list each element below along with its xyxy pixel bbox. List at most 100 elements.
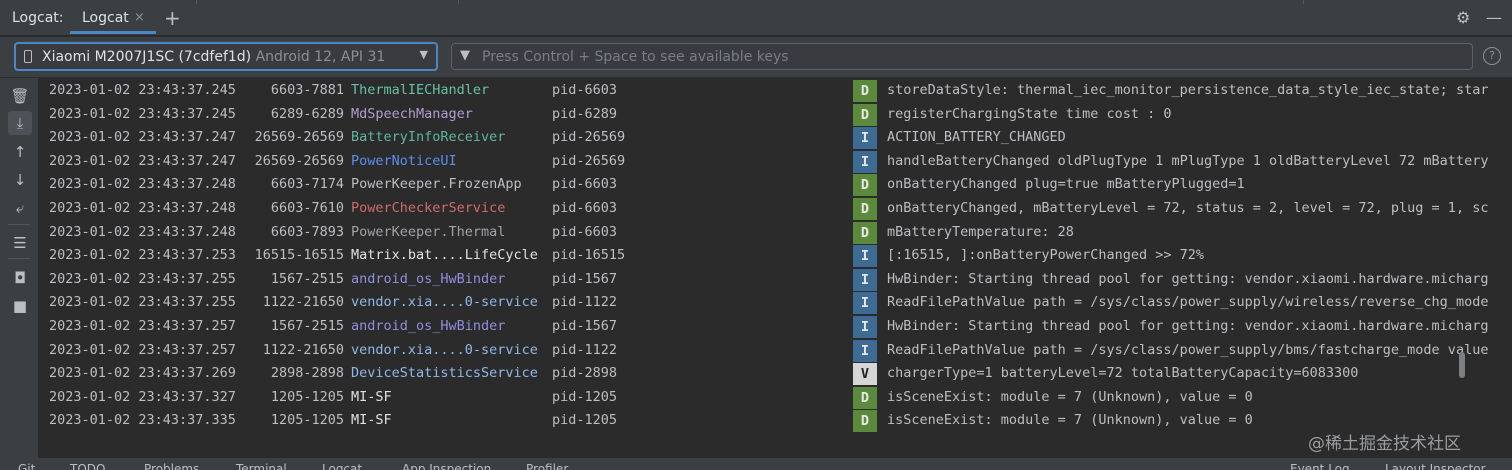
log-tag: MI-SF — [351, 388, 392, 405]
toolwindow-header: Logcat: Logcat × + ⚙ — — [0, 0, 1512, 36]
device-selector[interactable]: Xiaomi M2007J1SC (7cdfef1d) Android 12, … — [14, 42, 438, 71]
minimize-icon[interactable]: — — [1486, 8, 1502, 27]
log-row[interactable]: 2023-01-02 23:43:37.327 1205-1205 MI-SF pid… — [38, 386, 1512, 410]
toolwindow-title: Logcat: — [12, 10, 64, 26]
log-timestamp: 2023-01-02 23:43:37.269 — [49, 365, 236, 382]
bottom-tab[interactable]: Logcat — [322, 462, 362, 470]
log-pid-tid: 1567-2515 — [270, 318, 344, 334]
log-row[interactable]: 2023-01-02 23:43:37.247 26569-26569 Batter… — [38, 126, 1512, 150]
log-tag: MI-SF — [351, 412, 392, 429]
log-package: pid-2898 — [552, 365, 618, 382]
bottom-toolbar: Git TODO Problems Terminal Logcat App Inspect… — [0, 458, 1512, 470]
log-timestamp: 2023-01-02 23:43:37.255 — [49, 294, 236, 311]
bottom-tab[interactable]: App Inspection — [402, 462, 491, 470]
camera-icon[interactable]: ◘ — [10, 268, 30, 288]
log-level-badge: D — [853, 174, 877, 197]
bottom-tab[interactable]: Profiler — [526, 462, 568, 470]
log-row[interactable]: 2023-01-02 23:43:37.248 6603-7610 PowerChe… — [38, 197, 1512, 221]
log-message: storeDataStyle: thermal_iec_monitor_pers… — [887, 82, 1489, 98]
bottom-tab[interactable]: TODO — [70, 462, 105, 470]
gear-icon[interactable]: ⚙ — [1456, 8, 1470, 27]
chevron-down-icon: ▼ — [419, 48, 428, 61]
log-timestamp: 2023-01-02 23:43:37.247 — [49, 152, 236, 169]
filter-settings-icon[interactable]: ☰ — [10, 233, 30, 253]
log-pid-tid: 6603-7881 — [270, 82, 344, 98]
log-timestamp: 2023-01-02 23:43:37.257 — [49, 318, 236, 334]
log-timestamp: 2023-01-02 23:43:37.255 — [49, 270, 236, 287]
log-level-badge: I — [853, 316, 877, 338]
log-tag: Matrix.bat....LifeCycle — [351, 247, 538, 264]
log-tag: vendor.xia....0-service — [351, 294, 538, 311]
log-message: onBatteryChanged, mBatteryLevel = 72, st… — [887, 200, 1489, 216]
bottom-tab[interactable]: Terminal — [236, 462, 287, 470]
log-row[interactable]: 2023-01-02 23:43:37.247 26569-26569 PowerN… — [38, 150, 1512, 174]
log-row[interactable]: 2023-01-02 23:43:37.248 6603-7174 PowerKee… — [38, 173, 1512, 197]
log-level-badge: D — [853, 410, 877, 433]
log-pid-tid: 6603-7893 — [270, 223, 344, 240]
log-pid-tid: 1122-21650 — [262, 341, 344, 358]
log-package: pid-6603 — [552, 82, 618, 98]
log-row[interactable]: 2023-01-02 23:43:37.257 1122-21650 vendor.… — [38, 339, 1512, 363]
log-tag: android_os_HwBinder — [351, 270, 506, 287]
log-level-badge: I — [853, 292, 877, 315]
bottom-tab[interactable]: Layout Inspector — [1385, 462, 1486, 470]
log-row[interactable]: 2023-01-02 23:43:37.269 2898-2898 DeviceSt… — [38, 362, 1512, 386]
log-message: HwBinder: Starting thread pool for getti… — [887, 318, 1489, 334]
log-timestamp: 2023-01-02 23:43:37.248 — [49, 223, 236, 240]
log-pid-tid: 1567-2515 — [270, 270, 344, 287]
log-message: mBatteryTemperature: 28 — [887, 223, 1074, 240]
log-row[interactable]: 2023-01-02 23:43:37.255 1567-2515 android_… — [38, 268, 1512, 292]
add-tab-button[interactable]: + — [164, 6, 181, 30]
log-tag: BatteryInfoReceiver — [351, 129, 506, 146]
logcat-toolbar: 🗑 ⤓ ↑ ↓ ⤶ ☰ ◘ ■ — [0, 78, 38, 458]
log-pid-tid: 6289-6289 — [270, 105, 344, 122]
log-level-badge: I — [853, 127, 877, 150]
log-pid-tid: 2898-2898 — [270, 365, 344, 382]
soft-wrap-icon[interactable]: ⤶ — [10, 198, 30, 218]
filter-input[interactable]: ▼ Press Control + Space to see available… — [451, 43, 1473, 70]
close-tab-icon[interactable]: × — [134, 10, 145, 25]
log-message: registerChargingState time cost : 0 — [887, 105, 1172, 122]
log-timestamp: 2023-01-02 23:43:37.248 — [49, 200, 236, 216]
log-row[interactable]: 2023-01-02 23:43:37.253 16515-16515 Matrix… — [38, 244, 1512, 268]
log-timestamp: 2023-01-02 23:43:37.247 — [49, 129, 236, 146]
log-row[interactable]: 2023-01-02 23:43:37.245 6289-6289 MdSpeech… — [38, 103, 1512, 127]
bottom-tab[interactable]: Event Log — [1290, 462, 1350, 470]
log-row[interactable]: 2023-01-02 23:43:37.245 6603-7881 ThermalI… — [38, 79, 1512, 103]
tab-logcat[interactable]: Logcat × — [70, 0, 156, 34]
scrollbar[interactable] — [1459, 352, 1465, 378]
log-package: pid-1567 — [552, 318, 618, 334]
scroll-to-end-icon[interactable]: ⤓ — [8, 111, 32, 135]
bottom-tab[interactable]: Git — [18, 462, 35, 470]
log-package: pid-1122 — [552, 294, 618, 311]
log-level-badge: I — [853, 268, 877, 291]
log-tag: DeviceStatisticsService — [351, 365, 538, 382]
log-package: pid-1205 — [552, 412, 618, 429]
trash-icon[interactable]: 🗑 — [10, 86, 30, 106]
device-name: Xiaomi M2007J1SC (7cdfef1d) — [42, 49, 252, 65]
log-level-badge: I — [853, 150, 877, 173]
log-tag: PowerKeeper.Thermal — [351, 223, 506, 240]
log-row[interactable]: 2023-01-02 23:43:37.335 1205-1205 MI-SF pid… — [38, 409, 1512, 433]
log-list[interactable]: 2023-01-02 23:43:37.245 6603-7881 ThermalI… — [38, 78, 1512, 458]
down-arrow-icon[interactable]: ↓ — [10, 170, 30, 190]
divider — [8, 258, 30, 259]
log-tag: PowerNoticeUI — [351, 152, 457, 169]
log-row[interactable]: 2023-01-02 23:43:37.257 1567-2515 android_… — [38, 315, 1512, 339]
separator — [458, 0, 459, 4]
up-arrow-icon[interactable]: ↑ — [10, 142, 30, 162]
log-timestamp: 2023-01-02 23:43:37.245 — [49, 82, 236, 98]
help-icon[interactable]: ? — [1483, 47, 1501, 65]
log-row[interactable]: 2023-01-02 23:43:37.255 1122-21650 vendor.… — [38, 291, 1512, 315]
bottom-tab[interactable]: Problems — [144, 462, 199, 470]
tab-logcat-label: Logcat — [82, 10, 129, 26]
video-icon[interactable]: ■ — [10, 296, 30, 316]
log-level-badge: D — [853, 386, 877, 409]
log-timestamp: 2023-01-02 23:43:37.245 — [49, 105, 236, 122]
log-tag: PowerKeeper.FrozenApp — [351, 176, 522, 193]
log-message: isSceneExist: module = 7 (Unknown), valu… — [887, 388, 1253, 405]
log-tag: PowerCheckerService — [351, 200, 506, 216]
log-tag: vendor.xia....0-service — [351, 341, 538, 358]
log-row[interactable]: 2023-01-02 23:43:37.248 6603-7893 PowerKee… — [38, 221, 1512, 245]
log-message: ACTION_BATTERY_CHANGED — [887, 129, 1066, 146]
